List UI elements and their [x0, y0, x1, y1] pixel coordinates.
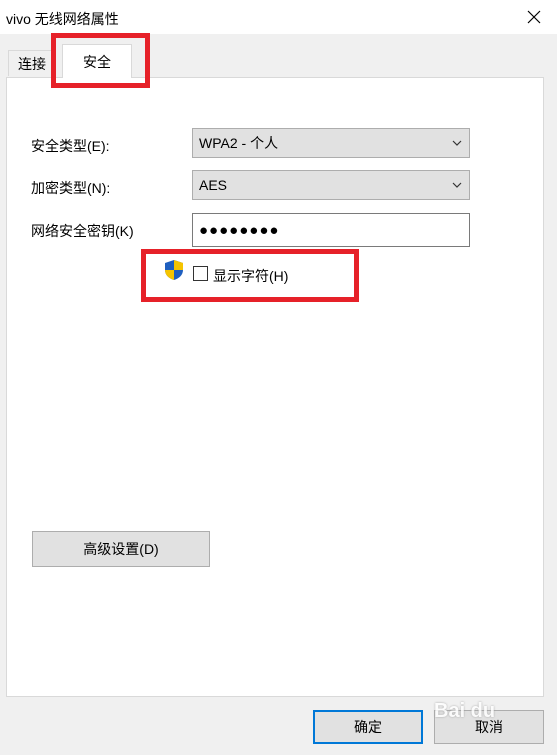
security-type-select[interactable]: WPA2 - 个人 [192, 128, 470, 158]
window-title: vivo 无线网络属性 [6, 11, 119, 27]
encryption-type-label: 加密类型(N): [31, 180, 111, 196]
tab-security-label: 安全 [83, 53, 111, 70]
ok-button[interactable]: 确定 [313, 710, 423, 744]
network-key-label: 网络安全密钥(K) [31, 223, 134, 239]
show-chars-checkbox[interactable] [193, 266, 208, 281]
title-bar: vivo 无线网络属性 [0, 0, 557, 34]
advanced-settings-label: 高级设置(D) [83, 541, 159, 557]
encryption-type-value: AES [199, 177, 228, 193]
advanced-settings-button[interactable]: 高级设置(D) [32, 531, 210, 567]
close-icon [527, 10, 541, 24]
show-chars-label[interactable]: 显示字符(H) [213, 266, 288, 286]
chevron-down-icon [452, 182, 462, 188]
cancel-button[interactable]: 取消 [434, 710, 544, 744]
chevron-down-icon [452, 140, 462, 146]
ok-label: 确定 [354, 719, 382, 735]
close-button[interactable] [521, 4, 547, 30]
security-type-value: WPA2 - 个人 [199, 135, 279, 151]
tab-security[interactable]: 安全 [62, 44, 132, 78]
tab-connect-label: 连接 [18, 55, 46, 72]
network-key-input[interactable]: ●●●●●●●● [192, 213, 470, 247]
cancel-label: 取消 [475, 719, 503, 735]
network-key-value: ●●●●●●●● [199, 221, 280, 239]
uac-shield-icon [165, 260, 183, 280]
security-type-label: 安全类型(E): [31, 138, 110, 154]
encryption-type-select[interactable]: AES [192, 170, 470, 200]
tab-connect[interactable]: 连接 [8, 50, 56, 76]
